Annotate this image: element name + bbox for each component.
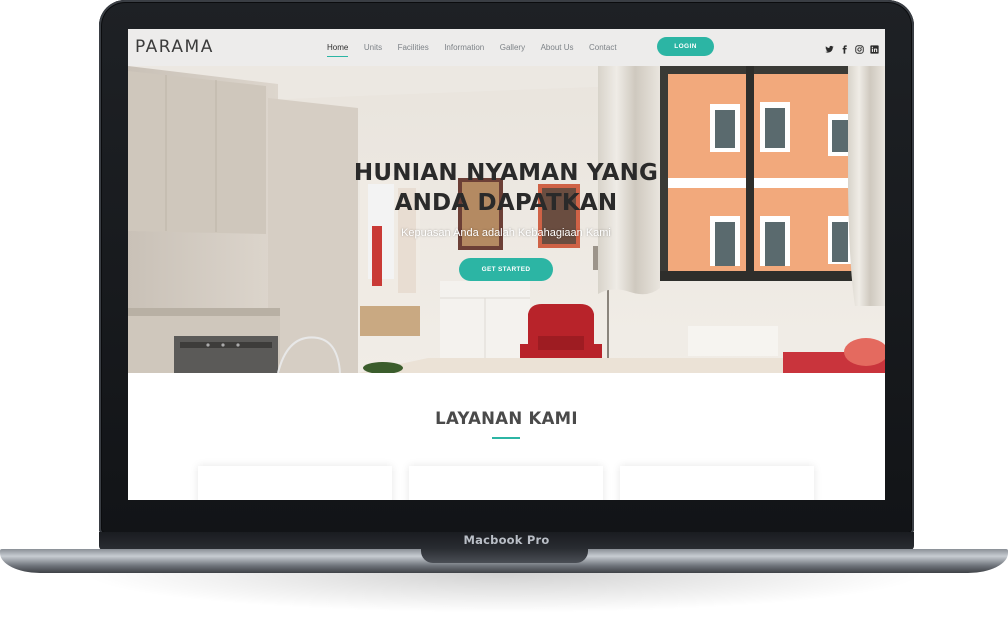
hero-subtitle: Kepuasan Anda adalah Kebahagiaan Kami <box>401 227 611 239</box>
hero-title: HUNIAN NYAMAN YANG ANDA DAPATKAN <box>306 158 706 218</box>
nav-item-home[interactable]: Home <box>327 43 349 57</box>
site-logo[interactable]: PARAMA <box>135 37 214 57</box>
social-links <box>825 41 879 54</box>
hero-banner: HUNIAN NYAMAN YANG ANDA DAPATKAN Kepuasa… <box>128 66 885 373</box>
laptop-shadow <box>80 573 928 613</box>
twitter-icon[interactable] <box>825 41 834 53</box>
hero-background-image <box>128 66 885 373</box>
device-label: Macbook Pro <box>463 533 550 547</box>
nav-item-units[interactable]: Units <box>364 43 382 52</box>
linkedin-icon[interactable] <box>870 41 879 54</box>
nav-item-information[interactable]: Information <box>444 43 484 52</box>
laptop-notch <box>421 549 588 563</box>
hero-title-line-1: HUNIAN NYAMAN YANG <box>353 160 659 186</box>
nav-item-about-us[interactable]: About Us <box>541 43 574 52</box>
get-started-button[interactable]: GET STARTED <box>459 258 553 281</box>
services-title: LAYANAN KAMI <box>435 409 578 428</box>
login-button[interactable]: LOGIN <box>657 37 714 56</box>
navbar: PARAMA Home Units Facilities Information… <box>128 29 885 66</box>
instagram-icon[interactable] <box>855 41 864 54</box>
hero-title-line-2: ANDA DAPATKAN <box>394 190 618 216</box>
facebook-icon[interactable] <box>840 41 849 54</box>
nav-menu: Home Units Facilities Information Galler… <box>327 29 632 66</box>
service-card[interactable] <box>620 466 814 500</box>
nav-item-contact[interactable]: Contact <box>589 43 617 52</box>
nav-item-facilities[interactable]: Facilities <box>398 43 429 52</box>
service-card[interactable] <box>198 466 392 500</box>
nav-item-gallery[interactable]: Gallery <box>500 43 525 52</box>
services-title-underline <box>492 437 520 439</box>
service-card[interactable] <box>409 466 603 500</box>
screen: PARAMA Home Units Facilities Information… <box>128 29 885 500</box>
